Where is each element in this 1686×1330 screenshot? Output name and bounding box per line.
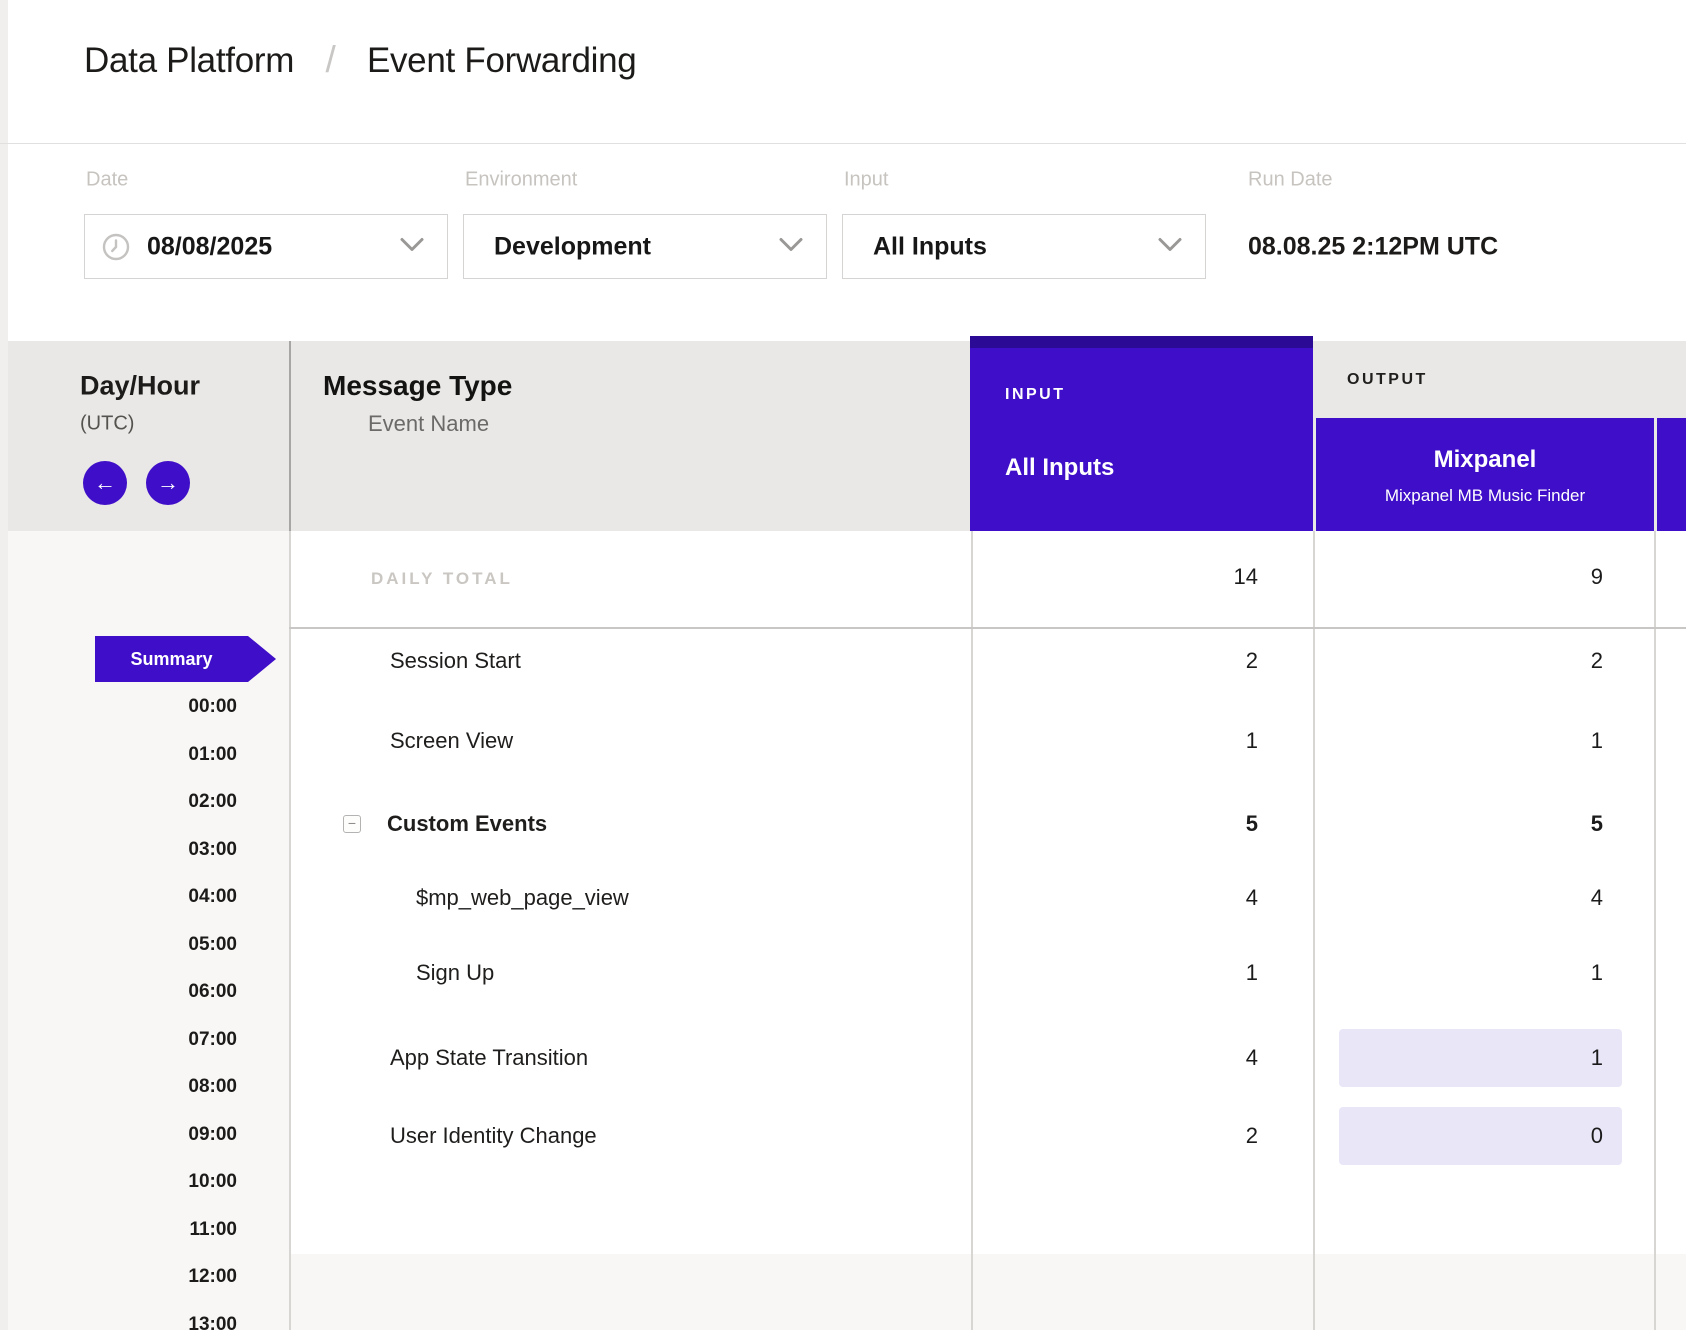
chevron-down-icon — [399, 236, 425, 257]
input-filter-label: Input — [844, 169, 888, 192]
hour-item-04[interactable]: 04:00 — [188, 886, 237, 908]
hour-item-06[interactable]: 06:00 — [188, 981, 237, 1003]
input-cell-value: 2 — [1246, 1123, 1258, 1149]
environment-dropdown[interactable]: Development — [463, 214, 827, 279]
output-cell-value: 1 — [1591, 728, 1603, 754]
breadcrumb: Data Platform / Event Forwarding — [84, 39, 636, 81]
event-row-label: Custom Events — [387, 811, 547, 837]
page-title: Event Forwarding — [367, 41, 637, 80]
input-cell-value: 1 — [1246, 960, 1258, 986]
output-section-label: OUTPUT — [1347, 371, 1428, 389]
input-cell-value: 1 — [1246, 728, 1258, 754]
collapse-toggle-icon[interactable]: − — [343, 815, 361, 833]
event-row-label: Session Start — [390, 648, 521, 674]
column-divider — [1313, 531, 1315, 1330]
output-column-name: Mixpanel — [1316, 446, 1654, 474]
arrow-left-icon: ← — [94, 470, 116, 496]
daily-total-input-value: 14 — [1234, 564, 1258, 590]
output-cell-value: 2 — [1591, 648, 1603, 674]
chevron-down-icon — [778, 236, 804, 257]
input-cell-value: 5 — [1246, 811, 1258, 837]
hour-item-11[interactable]: 11:00 — [189, 1219, 237, 1241]
page-left-gutter — [0, 0, 8, 1330]
column-divider — [971, 531, 973, 1330]
event-row-label: Screen View — [390, 728, 513, 754]
breadcrumb-separator: / — [304, 39, 358, 80]
hour-item-09[interactable]: 09:00 — [188, 1124, 237, 1146]
chevron-down-icon — [1157, 236, 1183, 257]
date-filter-label: Date — [86, 169, 128, 192]
previous-day-button[interactable]: ← — [83, 461, 127, 505]
breadcrumb-data-platform[interactable]: Data Platform — [84, 41, 294, 80]
clock-icon — [102, 233, 130, 261]
input-column-header: INPUT All Inputs — [970, 336, 1313, 531]
column-divider — [289, 531, 291, 1330]
output-cell-value: 0 — [1591, 1123, 1603, 1149]
summary-flag[interactable]: Summary — [95, 636, 248, 682]
hour-item-02[interactable]: 02:00 — [188, 791, 237, 813]
input-cell-value: 2 — [1246, 648, 1258, 674]
output-cell-value: 4 — [1591, 885, 1603, 911]
column-divider — [1654, 531, 1656, 1330]
day-hour-timezone: (UTC) — [80, 413, 134, 436]
hour-item-08[interactable]: 08:00 — [188, 1076, 237, 1098]
hour-item-13[interactable]: 13:00 — [188, 1314, 237, 1330]
event-name-subheader: Event Name — [368, 411, 489, 437]
input-dropdown[interactable]: All Inputs — [842, 214, 1206, 279]
hour-item-03[interactable]: 03:00 — [188, 839, 237, 861]
input-cell-value: 4 — [1246, 885, 1258, 911]
header-column-divider — [289, 341, 291, 531]
input-cell-value: 4 — [1246, 1045, 1258, 1071]
environment-value: Development — [494, 232, 651, 261]
arrow-right-icon: → — [157, 470, 179, 496]
table-footer-band — [289, 1254, 1686, 1330]
output-cell-highlight: 0 — [1339, 1107, 1622, 1165]
daily-total-label: DAILY TOTAL — [371, 569, 513, 589]
day-hour-header: Day/Hour — [80, 371, 200, 402]
output-cell-value: 1 — [1591, 1045, 1603, 1071]
input-column-name: All Inputs — [1005, 454, 1114, 482]
hour-item-07[interactable]: 07:00 — [188, 1029, 237, 1051]
output-cell-value: 1 — [1591, 960, 1603, 986]
output-column-header: Mixpanel Mixpanel MB Music Finder — [1316, 418, 1654, 531]
run-date-label: Run Date — [1248, 169, 1333, 192]
hour-item-05[interactable]: 05:00 — [188, 934, 237, 956]
daily-total-divider — [289, 627, 1686, 629]
hour-item-12[interactable]: 12:00 — [188, 1266, 237, 1288]
message-type-header: Message Type — [323, 370, 512, 402]
event-row-label: $mp_web_page_view — [416, 885, 629, 911]
output-cell-highlight: 1 — [1339, 1029, 1622, 1087]
event-row-label: App State Transition — [390, 1045, 588, 1071]
event-row-label: Sign Up — [416, 960, 494, 986]
daily-total-output-value: 9 — [1591, 564, 1603, 590]
output-cell-value: 5 — [1591, 811, 1603, 837]
next-day-button[interactable]: → — [146, 461, 190, 505]
hour-item-01[interactable]: 01:00 — [188, 744, 237, 766]
input-value: All Inputs — [873, 232, 987, 261]
run-date-value: 08.08.25 2:12PM UTC — [1248, 233, 1498, 262]
header-divider — [0, 143, 1686, 144]
summary-flag-label: Summary — [130, 649, 212, 670]
hour-item-10[interactable]: 10:00 — [188, 1171, 237, 1193]
date-value: 08/08/2025 — [147, 232, 272, 261]
hour-item-00[interactable]: 00:00 — [188, 696, 237, 718]
event-forwarding-page: Data Platform / Event Forwarding Date En… — [0, 0, 1686, 1330]
output-column-subtitle: Mixpanel MB Music Finder — [1316, 486, 1654, 506]
date-dropdown[interactable]: 08/08/2025 — [84, 214, 448, 279]
next-output-column-sliver — [1657, 418, 1686, 531]
input-section-label: INPUT — [1005, 386, 1066, 404]
event-row-label: User Identity Change — [390, 1123, 597, 1149]
environment-filter-label: Environment — [465, 169, 577, 192]
